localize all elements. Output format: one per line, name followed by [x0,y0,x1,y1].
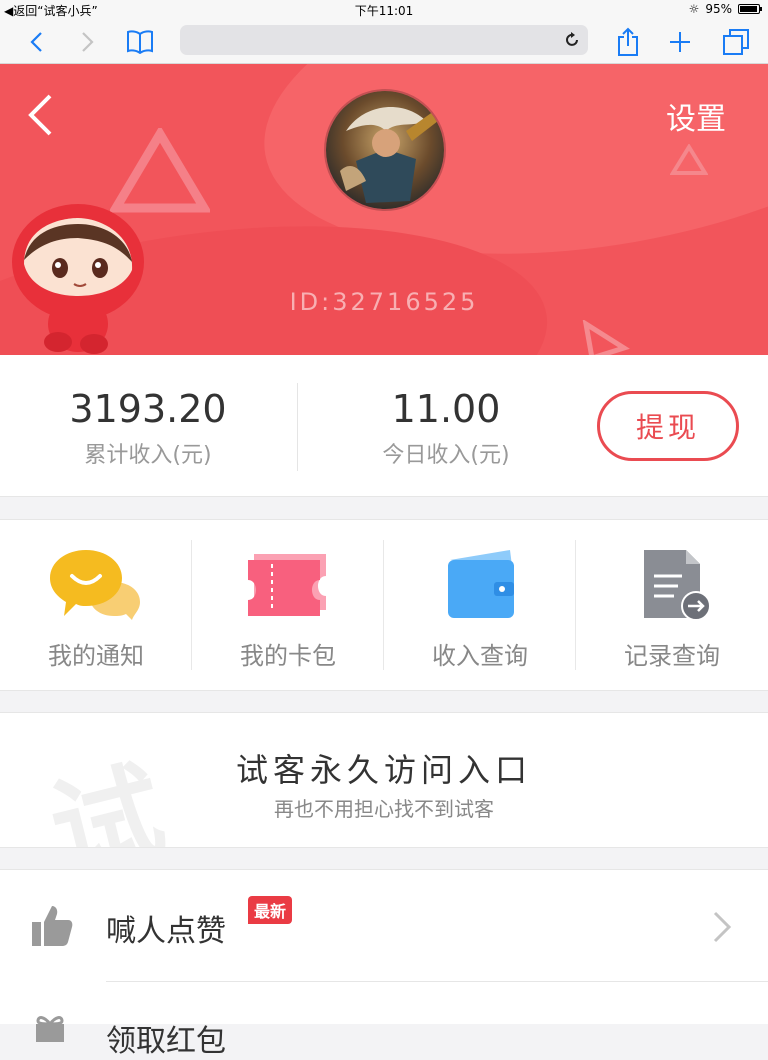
status-right: ☼ 95% [688,2,762,16]
permanent-access-banner[interactable]: 试 试客永久访问入口 再也不用担心找不到试客 [0,712,768,848]
banner-title: 试客永久访问入口 [235,751,532,789]
chevron-right-icon [713,911,732,943]
shortcut-records-query[interactable]: 记录查询 [576,520,768,690]
shortcut-grid: 我的通知 我的卡包 收入查询 记录查询 [0,519,768,691]
clock: 下午11:01 [354,4,414,18]
back-arrow-icon[interactable] [20,26,52,58]
bookmarks-icon[interactable] [124,26,156,58]
mascot-icon [12,204,144,354]
shortcut-label: 收入查询 [432,642,528,670]
status-bar: ◀返回“试客小兵” 下午11:01 ☼ 95% [0,0,768,20]
banner-subtitle: 再也不用担心找不到试客 [274,797,494,821]
list-item-call-likes[interactable]: 喊人点赞 最新 [32,870,768,982]
withdraw-button[interactable]: 提现 [597,391,739,461]
total-income-label: 累计收入(元) [84,443,212,468]
triangle-decor-icon [110,128,210,213]
share-icon[interactable] [612,26,644,58]
profile-header: 设置 ID:32716525 [0,64,768,355]
new-badge: 最新 [248,896,293,924]
gift-icon [36,1016,64,1042]
user-id: ID:32716525 [289,288,479,316]
settings-button[interactable]: 设置 [666,94,726,138]
forward-arrow-icon[interactable] [72,26,104,58]
triangle-decor-icon [582,320,630,355]
battery-percent: 95% [705,2,732,16]
shortcut-notifications[interactable]: 我的通知 [0,520,192,690]
thumbs-up-icon [32,906,73,946]
shortcut-income-query[interactable]: 收入查询 [384,520,576,690]
reload-icon[interactable] [562,30,582,50]
shortcut-label: 我的通知 [48,642,144,670]
back-button[interactable] [24,92,58,138]
shortcut-label: 我的卡包 [240,642,336,670]
browser-toolbar [0,20,768,64]
ticket-icon [248,554,326,616]
income-panel: 3193.20 累计收入(元) 11.00 今日收入(元) 提现 [0,355,768,497]
battery-fill [740,6,757,12]
shortcut-label: 记录查询 [624,642,720,670]
list-item-red-packet[interactable]: 领取红包 [36,982,768,1059]
new-tab-icon[interactable] [664,26,696,58]
address-bar[interactable] [180,25,588,55]
triangle-decor-icon [670,144,708,175]
battery-icon [738,4,762,14]
wallet-icon [448,550,514,618]
today-income: 11.00 今日收入(元) [298,387,594,469]
list-item-label: 喊人点赞 [106,914,226,949]
total-income-value: 3193.20 [69,387,227,431]
tabs-icon[interactable] [720,26,752,58]
menu-list: 喊人点赞 最新 领取红包 [0,869,768,1059]
shortcut-card-wallet[interactable]: 我的卡包 [192,520,384,690]
avatar[interactable] [324,89,446,211]
activity-icon: ☼ [688,2,700,16]
document-arrow-icon [644,550,711,621]
list-item-label: 领取红包 [106,1024,226,1059]
today-income-label: 今日收入(元) [382,443,510,468]
total-income: 3193.20 累计收入(元) [0,387,296,469]
today-income-value: 11.00 [391,387,501,431]
chat-bubble-icon [50,550,140,620]
